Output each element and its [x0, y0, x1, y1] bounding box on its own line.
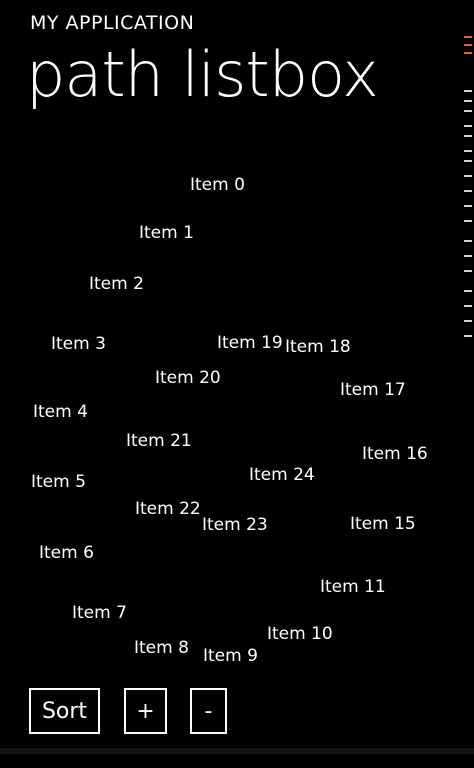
list-item-22[interactable]: Item 22 [135, 499, 201, 519]
list-item-0[interactable]: Item 0 [190, 175, 245, 195]
add-button[interactable]: + [124, 688, 167, 734]
list-item-5[interactable]: Item 5 [31, 472, 86, 492]
list-item-24[interactable]: Item 24 [249, 465, 315, 485]
list-item-7[interactable]: Item 7 [72, 603, 127, 623]
list-item-19[interactable]: Item 19 [217, 333, 283, 353]
list-item-6[interactable]: Item 6 [39, 543, 94, 563]
list-item-4[interactable]: Item 4 [33, 402, 88, 422]
list-item-2[interactable]: Item 2 [89, 274, 144, 294]
scroll-indicator [462, 0, 474, 345]
list-item-9[interactable]: Item 9 [203, 646, 258, 666]
list-item-21[interactable]: Item 21 [126, 431, 192, 451]
list-item-10[interactable]: Item 10 [267, 624, 333, 644]
list-item-17[interactable]: Item 17 [340, 380, 406, 400]
page-title: path listbox [26, 38, 379, 111]
list-item-8[interactable]: Item 8 [134, 638, 189, 658]
remove-button[interactable]: - [190, 688, 227, 734]
list-item-15[interactable]: Item 15 [350, 514, 416, 534]
list-item-18[interactable]: Item 18 [285, 337, 351, 357]
list-item-1[interactable]: Item 1 [139, 223, 194, 243]
app-title: MY APPLICATION [30, 12, 195, 34]
sort-button[interactable]: Sort [29, 688, 100, 734]
list-item-16[interactable]: Item 16 [362, 444, 428, 464]
list-item-11[interactable]: Item 11 [320, 577, 386, 597]
app-bar-divider [0, 748, 474, 754]
list-item-20[interactable]: Item 20 [155, 368, 221, 388]
list-item-23[interactable]: Item 23 [202, 515, 268, 535]
list-item-3[interactable]: Item 3 [51, 334, 106, 354]
